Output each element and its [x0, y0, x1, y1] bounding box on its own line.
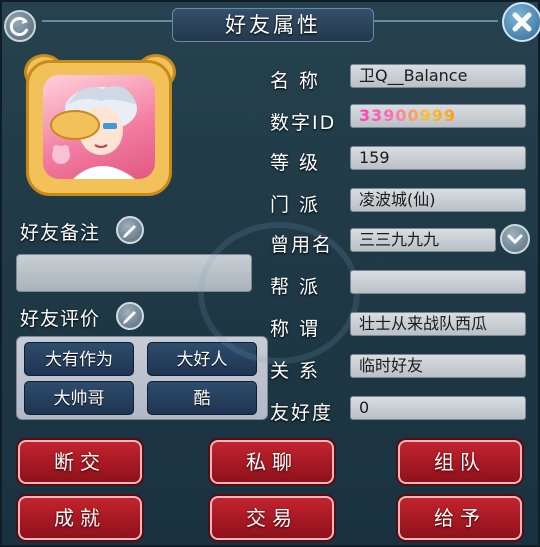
- rating-tag[interactable]: 酷: [147, 381, 257, 415]
- pencil-icon: [123, 225, 136, 238]
- close-button[interactable]: [502, 2, 540, 42]
- field-label-id: 数字ID: [270, 112, 337, 134]
- edit-rating-button[interactable]: [116, 302, 144, 330]
- team-up-button[interactable]: 组队: [398, 440, 522, 484]
- give-button[interactable]: 给予: [398, 496, 522, 540]
- field-label-friendship: 友好度: [270, 402, 334, 424]
- chevron-down-icon: [507, 234, 523, 245]
- avatar-frame-nose: [50, 110, 100, 140]
- field-value-guild: [350, 270, 526, 294]
- break-off-button[interactable]: 断交: [18, 440, 142, 484]
- edit-memo-button[interactable]: [116, 216, 144, 244]
- field-value-relation: 临时好友: [350, 354, 526, 378]
- former-name-dropdown[interactable]: [500, 224, 530, 254]
- rating-tag[interactable]: 大帅哥: [24, 381, 134, 415]
- field-label-sect: 门 派: [270, 194, 321, 216]
- private-chat-button[interactable]: 私聊: [210, 440, 334, 484]
- field-value-friendship: 0: [350, 396, 526, 420]
- field-value-sect: 凌波城(仙): [350, 188, 526, 212]
- field-value-id: 33900999: [350, 104, 526, 128]
- digital-id-text: 33900999: [359, 106, 457, 125]
- field-label-former-name: 曾用名: [270, 234, 334, 256]
- field-value-title: 壮士从来战队西瓜: [350, 312, 526, 336]
- close-icon: [512, 12, 532, 32]
- window-title: 好友属性: [172, 8, 374, 42]
- refresh-icon: [9, 17, 29, 36]
- pencil-icon: [123, 311, 136, 324]
- field-value-level: 159: [350, 146, 526, 170]
- title-ornament-right: [372, 20, 498, 22]
- refresh-button[interactable]: [4, 10, 36, 42]
- field-label-relation: 关 系: [270, 360, 321, 382]
- rating-tag[interactable]: 大有作为: [24, 342, 134, 376]
- memo-label: 好友备注: [20, 222, 101, 244]
- field-label-name: 名 称: [270, 70, 321, 92]
- field-value-name: 卫Q__Balance: [350, 64, 526, 88]
- friend-attributes-panel: 好友属性 好友备注 好友评价 大有作为 大好人 大帅哥 酷 名 称 卫Q__Ba…: [0, 0, 540, 547]
- title-ornament-left: [42, 20, 172, 22]
- achievements-button[interactable]: 成就: [18, 496, 142, 540]
- field-label-guild: 帮 派: [270, 276, 321, 298]
- field-label-level: 等 级: [270, 152, 321, 174]
- field-value-former-name: 三三九九九: [350, 228, 496, 252]
- field-label-title: 称 谓: [270, 318, 321, 340]
- rating-label: 好友评价: [20, 308, 101, 330]
- trade-button[interactable]: 交易: [210, 496, 334, 540]
